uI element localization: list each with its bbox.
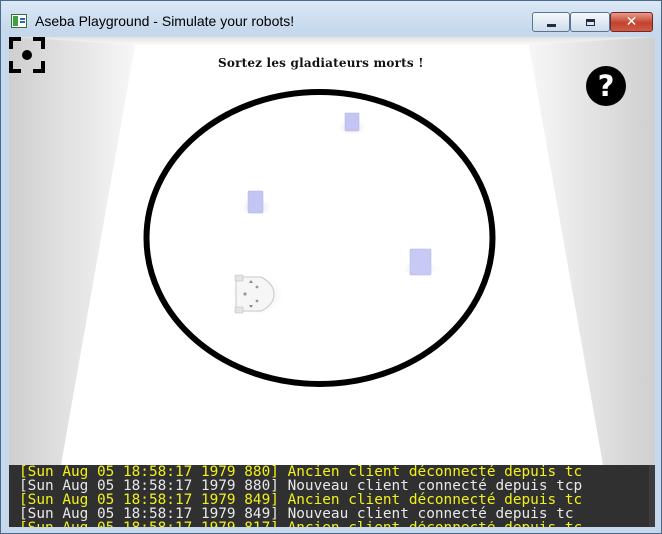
log-line: [Sun Aug 05 18:58:17 1979 880] Nouveau c… <box>19 478 583 494</box>
minimize-icon <box>546 23 556 27</box>
robot-wheel <box>234 306 244 314</box>
thymio-robot[interactable] <box>231 274 283 315</box>
maximize-button[interactable] <box>570 12 610 32</box>
cube-object[interactable] <box>409 248 432 276</box>
aseba-app-icon <box>11 14 27 28</box>
robot-wheel <box>234 274 244 282</box>
log-line: [Sun Aug 05 18:58:17 1979 849] Nouveau c… <box>19 506 574 522</box>
window-title: Aseba Playground - Simulate your robots! <box>35 13 295 29</box>
robot-sensor <box>243 292 247 296</box>
minimize-button[interactable] <box>532 12 570 32</box>
close-button[interactable]: ✕ <box>610 12 653 32</box>
maximize-icon <box>585 18 595 26</box>
simulation-viewport[interactable]: Sortez les gladiateurs morts ! ? <box>9 37 655 465</box>
app-window: Aseba Playground - Simulate your robots!… <box>0 0 662 534</box>
arena-scene <box>9 37 655 465</box>
robot-sensor <box>255 285 259 289</box>
arena-floor <box>61 45 603 465</box>
robot-sensor <box>255 299 259 303</box>
console-scrollbar[interactable] <box>649 465 655 527</box>
help-icon[interactable]: ? <box>586 66 626 106</box>
close-icon: ✕ <box>625 14 638 30</box>
log-console[interactable]: [Sun Aug 05 18:58:17 1979 880] Ancien cl… <box>9 465 655 527</box>
arena-title: Sortez les gladiateurs morts ! <box>218 56 424 70</box>
fullscreen-icon[interactable] <box>9 37 45 73</box>
log-line: [Sun Aug 05 18:58:17 1979 880] Ancien cl… <box>19 465 583 480</box>
cube-object[interactable] <box>344 112 360 132</box>
title-bar[interactable]: Aseba Playground - Simulate your robots!… <box>1 1 661 37</box>
cube-object[interactable] <box>247 190 264 214</box>
log-line: [Sun Aug 05 18:58:17 1979 849] Ancien cl… <box>19 492 583 508</box>
robot-body <box>235 276 275 312</box>
log-line: [Sun Aug 05 18:58:17 1979 817] Ancien cl… <box>9 521 655 527</box>
